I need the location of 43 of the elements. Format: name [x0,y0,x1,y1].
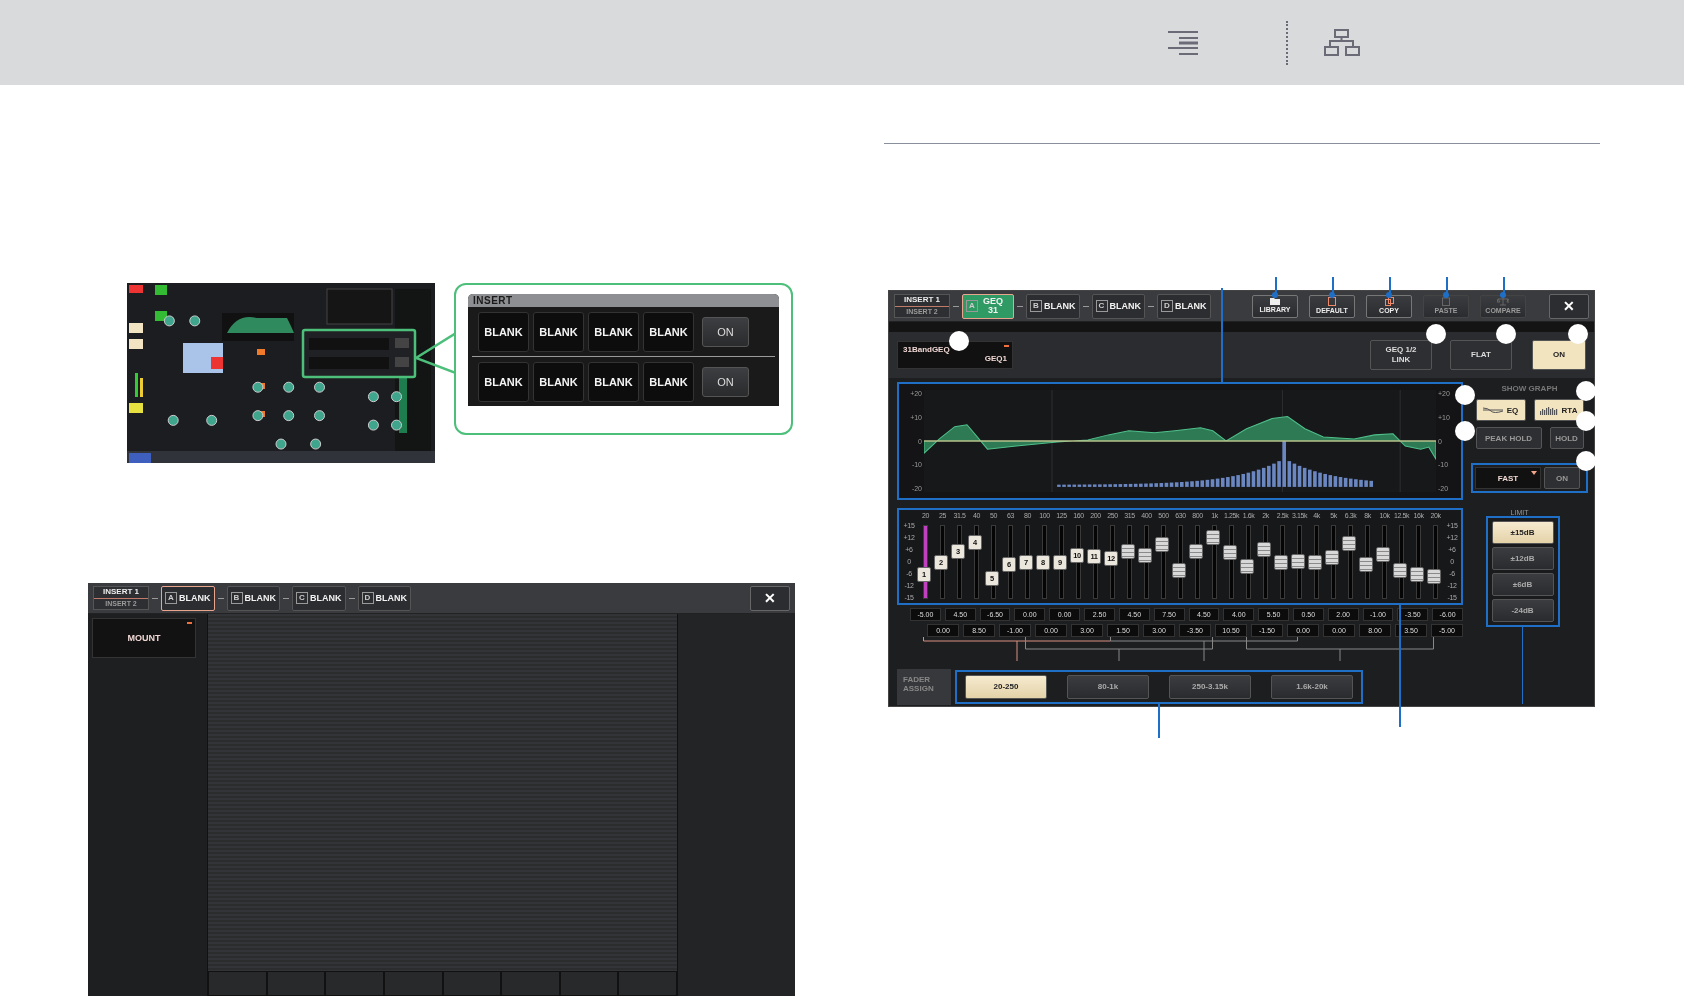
fader-assign-button[interactable]: 1.6k-20k [1271,674,1353,699]
insert-option[interactable]: INSERT 1 [895,295,949,307]
slot-button[interactable]: BLANK [588,361,639,402]
slot-tab[interactable]: B BLANK [226,585,280,611]
slot-button[interactable]: BLANK [643,361,694,402]
limit-button[interactable]: -24dB [1491,599,1554,622]
link-button[interactable]: GEQ 1/2 LINK [1370,340,1432,370]
slot-button[interactable]: BLANK [533,311,584,352]
limit-button[interactable]: ±12dB [1491,547,1554,570]
fader-assign-button[interactable]: 80-1k [1067,674,1149,699]
slot-tab[interactable]: D BLANK [357,585,411,611]
hold-button[interactable]: HOLD [1549,427,1584,449]
close-button[interactable]: ✕ [750,585,790,611]
on-button[interactable]: ON [702,316,749,347]
slot-tab[interactable]: C BLANK [292,585,346,611]
limit-button[interactable]: ±15dB [1491,521,1554,544]
slot-button[interactable]: BLANK [643,311,694,352]
slot-tab[interactable]: C BLANK [1091,293,1145,319]
insert-option[interactable]: INSERT 1 [94,587,148,599]
slot-button[interactable]: BLANK [588,311,639,352]
slot-button[interactable]: BLANK [478,361,529,402]
limit-button[interactable]: ±6dB [1491,573,1554,596]
panel-title: INSERT [468,294,779,307]
slot-tab[interactable]: B BLANK [1026,293,1080,319]
on-button[interactable]: ON [1532,340,1586,370]
fader-assign-button[interactable]: 20-250 [965,674,1047,699]
mount-button[interactable]: MOUNT [92,618,196,658]
slot-tab[interactable]: A BLANK [161,585,215,611]
falltime-dropdown[interactable]: FAST [1475,467,1541,489]
flat-button[interactable]: FLAT [1450,340,1512,370]
section-label: SHOW GRAPH [1500,384,1559,393]
falltime-on-button[interactable]: ON [1544,467,1580,489]
slot-button[interactable]: BLANK [533,361,584,402]
slot-tab[interactable]: D BLANK [1157,293,1211,319]
close-button[interactable]: ✕ [1549,293,1589,319]
module-name-field[interactable]: 31BandGEQ GEQ1 [897,341,1013,369]
section-label: FADER ASSIGN [897,668,951,705]
graph-toggle-button[interactable]: RTA [1533,399,1584,421]
slot-button[interactable]: BLANK [478,311,529,352]
on-button[interactable]: ON [702,366,749,397]
fader-assign-button[interactable]: 250-3.15k [1169,674,1251,699]
peak-hold-button[interactable]: PEAK HOLD [1475,427,1542,449]
graph-toggle-button[interactable]: EQ [1475,399,1526,421]
